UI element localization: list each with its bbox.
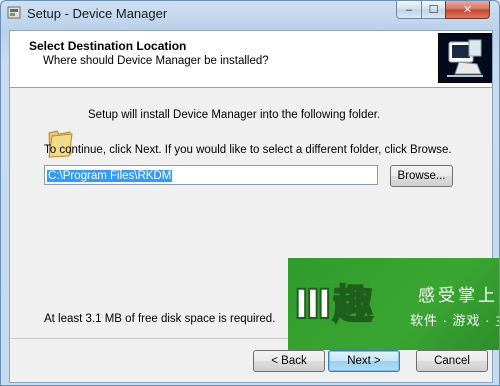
minimize-icon: ‒ [405,3,413,16]
setup-icon [7,6,21,19]
continue-instruction-text: To continue, click Next. If you would li… [44,144,452,156]
destination-path-value: C:\Program Files\RKDM [47,170,173,182]
back-button[interactable]: < Back [253,350,325,372]
maximize-button[interactable]: ☐ [421,1,446,19]
next-button[interactable]: Next > [328,350,400,372]
close-button[interactable]: ✕ [445,1,490,19]
destination-path-input[interactable]: C:\Program Files\RKDM [44,165,378,185]
browse-button[interactable]: Browse... [390,165,453,187]
watermark-slogan: 感受掌上 [418,286,498,305]
maximize-icon: ☐ [428,4,439,16]
close-icon: ✕ [462,4,473,16]
watermark-categories: 软件 · 游戏 · 主 [410,313,500,328]
page-subtitle: Where should Device Manager be installed… [43,55,269,67]
wizard-header: Select Destination Location Where should… [10,31,492,88]
cancel-button[interactable]: Cancel [416,350,488,372]
setup-window: Setup - Device Manager ‒ ☐ ✕ Select Dest… [0,0,500,386]
disk-space-text: At least 3.1 MB of free disk space is re… [44,313,276,325]
title-bar[interactable]: Setup - Device Manager ‒ ☐ ✕ [1,1,499,25]
install-info-text: Setup will install Device Manager into t… [88,109,381,121]
minimize-button[interactable]: ‒ [396,1,422,19]
installer-logo-icon [438,33,492,83]
window-title: Setup - Device Manager [27,6,168,21]
page-title: Select Destination Location [29,39,187,53]
watermark-banner: Ⅲ趣 感受掌上 软件 · 游戏 · 主 [288,258,500,350]
watermark-brand: Ⅲ趣 [293,281,374,329]
